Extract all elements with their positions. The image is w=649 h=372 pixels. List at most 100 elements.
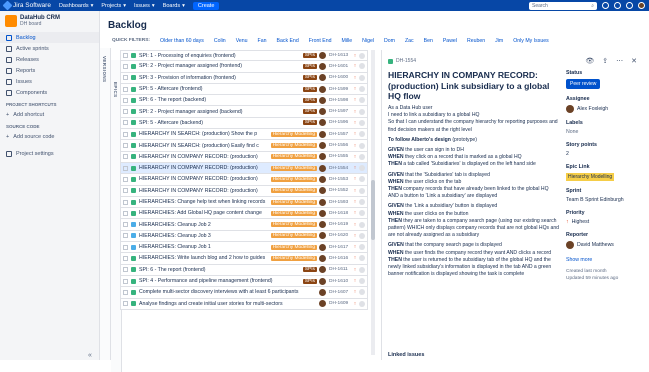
reporter-field[interactable]: David Matthews bbox=[566, 241, 646, 249]
story-points-field[interactable]: 2 bbox=[566, 151, 646, 157]
drag-handle[interactable] bbox=[123, 131, 128, 137]
quick-filter[interactable]: Venu bbox=[236, 38, 248, 44]
user-avatar[interactable] bbox=[638, 2, 645, 9]
issue-key[interactable]: DH-1601 bbox=[329, 64, 353, 69]
issue-summary[interactable]: HIERARCHIES: Add Global HQ page content … bbox=[139, 210, 269, 216]
issue-key[interactable]: DH-1609 bbox=[329, 301, 353, 306]
notifications-icon[interactable] bbox=[602, 2, 609, 9]
drag-handle[interactable] bbox=[123, 97, 128, 103]
issue-summary[interactable]: SPI: 6 - The report (backend) bbox=[139, 97, 301, 103]
table-row[interactable]: HIERARCHIES: Write launch blog and 2 how… bbox=[120, 253, 368, 265]
quick-filter[interactable]: Fan bbox=[258, 38, 267, 44]
table-row[interactable]: SPI: 6 - The report (backend) SPIs DH-1598… bbox=[120, 95, 368, 107]
issue-summary[interactable]: SPI: 6 - The report (frontend) bbox=[139, 267, 301, 273]
issue-summary[interactable]: HIERARCHIES: Change help text when linki… bbox=[139, 199, 269, 205]
quick-filter[interactable]: Colin bbox=[214, 38, 226, 44]
table-row[interactable]: SPI: 2 - Project manager assigned (backe… bbox=[120, 106, 368, 118]
drag-handle[interactable] bbox=[123, 233, 128, 239]
epic-badge[interactable]: SPIs bbox=[302, 109, 317, 115]
issue-summary[interactable]: HIERARCHY IN SEARCH: (production) Easily… bbox=[139, 143, 269, 149]
issue-key[interactable]: DH-1555 bbox=[329, 154, 353, 159]
priority-field[interactable]: ↑ Highest bbox=[566, 219, 646, 225]
drag-handle[interactable] bbox=[123, 109, 128, 115]
versions-panel-toggle[interactable]: VERSIONS bbox=[100, 48, 111, 360]
drag-handle[interactable] bbox=[123, 154, 128, 160]
drag-handle[interactable] bbox=[123, 222, 128, 228]
quick-filter[interactable]: Older than 60 days bbox=[160, 38, 204, 44]
quick-filter[interactable]: Ben bbox=[424, 38, 433, 44]
issue-key[interactable]: DH-1600 bbox=[329, 75, 353, 80]
issue-summary[interactable]: HIERARCHY IN COMPANY RECORD: (production… bbox=[139, 176, 269, 182]
issue-summary[interactable]: SPI: 2 - Project manager assigned (front… bbox=[139, 63, 301, 69]
drag-handle[interactable] bbox=[123, 199, 128, 205]
sidebar-item-backlog[interactable]: Backlog bbox=[0, 32, 99, 43]
nav-dashboards[interactable]: Dashboards ▾ bbox=[59, 3, 93, 9]
sidebar-item-releases[interactable]: Releases bbox=[0, 54, 99, 65]
quick-filter[interactable]: Front End bbox=[309, 38, 332, 44]
epic-badge[interactable]: SPIs bbox=[302, 53, 317, 59]
settings-icon[interactable] bbox=[626, 2, 633, 9]
quick-filter[interactable]: Pawel bbox=[443, 38, 457, 44]
issue-key[interactable]: DH-1597 bbox=[329, 109, 353, 114]
epic-badge[interactable]: Hierarchy Modelling bbox=[270, 222, 317, 228]
more-icon[interactable]: ⋯ bbox=[616, 57, 623, 65]
quick-filter[interactable]: Dom bbox=[384, 38, 395, 44]
drag-handle[interactable] bbox=[123, 165, 128, 171]
issue-key[interactable]: DH-1556 bbox=[329, 143, 353, 148]
sidebar-item-active-sprints[interactable]: Active sprints bbox=[0, 43, 99, 54]
table-row[interactable]: HIERARCHY IN COMPANY RECORD: (production… bbox=[120, 185, 368, 197]
issue-summary[interactable]: SPI: 4 - Performance and pipeline manage… bbox=[139, 278, 301, 284]
show-more-link[interactable]: Show more bbox=[566, 257, 646, 263]
quick-filter[interactable]: Reuben bbox=[467, 38, 485, 44]
drag-handle[interactable] bbox=[123, 289, 128, 295]
quick-filter[interactable]: Mille bbox=[342, 38, 353, 44]
drag-handle[interactable] bbox=[123, 75, 128, 81]
issue-summary[interactable]: HIERARCHY IN COMPANY RECORD: (production… bbox=[139, 188, 269, 194]
project-header[interactable]: DataHub CRM DH board bbox=[0, 11, 99, 32]
drag-handle[interactable] bbox=[123, 120, 128, 126]
table-row[interactable]: HIERARCHIES: Change help text when linki… bbox=[120, 196, 368, 209]
backlog-scrollbar[interactable] bbox=[371, 50, 375, 355]
epic-badge[interactable]: Hierarchy Modelling bbox=[270, 165, 317, 171]
sidebar-item-reports[interactable]: Reports bbox=[0, 65, 99, 76]
issue-key[interactable]: DH-1610 bbox=[329, 279, 353, 284]
add-source-code-link[interactable]: + Add source code bbox=[0, 131, 99, 142]
issue-summary[interactable]: Complete multi-sector discovery intervie… bbox=[139, 289, 317, 295]
issue-title[interactable]: HIERARCHY IN COMPANY RECORD: (production… bbox=[388, 70, 558, 102]
issue-key[interactable]: DH-1613 bbox=[329, 53, 353, 58]
epic-badge[interactable]: Hierarchy Modelling bbox=[270, 176, 317, 182]
drag-handle[interactable] bbox=[123, 255, 128, 261]
epic-badge[interactable]: SPIs bbox=[302, 63, 317, 69]
epic-badge[interactable]: Hierarchy Modelling bbox=[270, 131, 317, 137]
table-row[interactable]: HIERARCHY IN COMPANY RECORD: (production… bbox=[120, 151, 368, 163]
table-row[interactable]: HIERARCHIES: Cleanup Job 2 Hierarchy Mode… bbox=[120, 219, 368, 231]
table-row[interactable]: SPI: 3 - Provision of information (front… bbox=[120, 72, 368, 84]
quick-filter[interactable]: Only My Issues bbox=[513, 38, 548, 44]
sidebar-item-project-settings[interactable]: Project settings bbox=[0, 148, 99, 159]
sidebar-item-components[interactable]: Components bbox=[0, 87, 99, 98]
table-row[interactable]: HIERARCHY IN COMPANY RECORD: (production… bbox=[120, 174, 368, 186]
issue-summary[interactable]: SPI: 2 - Project manager assigned (backe… bbox=[139, 109, 301, 115]
drag-handle[interactable] bbox=[123, 53, 128, 59]
epic-badge[interactable]: SPIs bbox=[302, 267, 317, 273]
nav-issues[interactable]: Issues ▾ bbox=[134, 3, 155, 9]
issue-key[interactable]: DH-1553 bbox=[329, 177, 353, 182]
epic-badge[interactable]: Hierarchy Modelling bbox=[270, 244, 317, 250]
table-row[interactable]: SPI: 6 - The report (frontend) SPIs DH-161… bbox=[120, 264, 368, 276]
table-row[interactable]: Complete multi-sector discovery intervie… bbox=[120, 287, 368, 299]
drag-handle[interactable] bbox=[123, 267, 128, 273]
drag-handle[interactable] bbox=[123, 143, 128, 149]
labels-field[interactable]: None bbox=[566, 129, 646, 135]
quick-filter[interactable]: Jim bbox=[495, 38, 503, 44]
drag-handle[interactable] bbox=[123, 63, 128, 69]
epic-badge[interactable]: Hierarchy Modelling bbox=[270, 233, 317, 239]
issue-summary[interactable]: Analyse findings and create initial user… bbox=[139, 301, 317, 307]
drag-handle[interactable] bbox=[123, 86, 128, 92]
issue-summary[interactable]: HIERARCHY IN COMPANY RECORD: (production… bbox=[139, 154, 269, 160]
issue-summary[interactable]: HIERARCHIES: Write launch blog and 2 how… bbox=[139, 255, 269, 261]
drag-handle[interactable] bbox=[123, 188, 128, 194]
close-icon[interactable]: ✕ bbox=[631, 57, 637, 65]
collapse-sidebar-icon[interactable]: « bbox=[88, 352, 92, 359]
epic-badge[interactable]: Hierarchy Modelling bbox=[270, 188, 317, 194]
add-shortcut-link[interactable]: + Add shortcut bbox=[0, 109, 99, 120]
